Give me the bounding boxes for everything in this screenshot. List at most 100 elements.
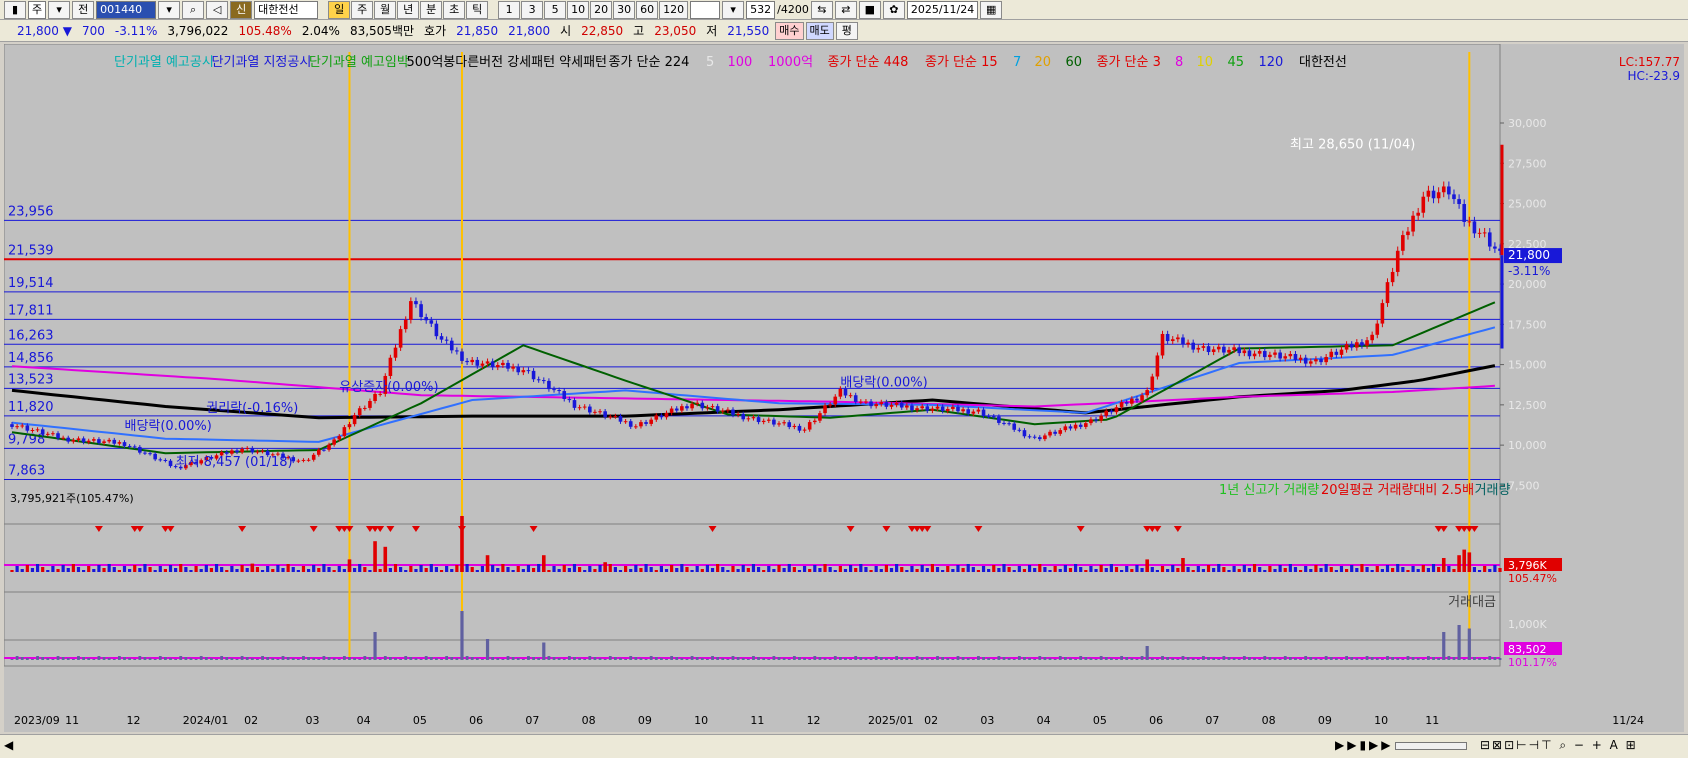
timeframe-button-6[interactable]: 틱: [466, 0, 489, 19]
amount-bar-225: [1161, 656, 1164, 660]
candle-body-144: [746, 418, 751, 420]
interval-button-3[interactable]: 3: [521, 0, 544, 19]
timeframe-button-3[interactable]: 년: [397, 0, 420, 19]
volume-bar-194: [1002, 564, 1006, 572]
volume-bar-262: [1350, 565, 1354, 572]
amount-bar-153: [792, 656, 796, 660]
bottom-scrollbar[interactable]: ◀ ▶▶▮▶▶ ⊟⊠⊡⊢⊣⊤ ⌕ − + A ⊞: [0, 734, 1688, 758]
candle-body-198: [1022, 430, 1027, 437]
amount-bar-171: [884, 658, 888, 660]
interval-button-30[interactable]: 30: [613, 0, 636, 19]
search-icon[interactable]: ⌕: [182, 0, 205, 19]
amount-bar-64: [337, 659, 341, 660]
buy-button[interactable]: 매수: [775, 21, 804, 40]
timeframe-button-0[interactable]: 일: [328, 0, 351, 19]
legend-item-13: 종가 단순 3: [1097, 55, 1161, 70]
candle-body-96: [501, 362, 505, 366]
amount-bar-144: [746, 659, 750, 660]
volume-bar-156: [808, 569, 812, 572]
count-input[interactable]: 532: [746, 0, 776, 19]
volume-bar-240: [1237, 569, 1241, 572]
calendar-icon[interactable]: ▦: [980, 0, 1003, 19]
amount-bar-42: [225, 657, 229, 660]
candle-body-265: [1365, 340, 1369, 346]
volume-spike-4: [460, 516, 464, 572]
volume-bar-0: [10, 570, 14, 572]
interval-button-10[interactable]: 10: [567, 0, 590, 19]
nav-icons[interactable]: ▶▶▮▶▶: [1335, 738, 1394, 752]
interval-button-60[interactable]: 60: [636, 0, 659, 19]
amount-bar-177: [915, 656, 919, 660]
volume-bar-33: [179, 564, 183, 572]
dropdown-arrow-icon[interactable]: ▾: [48, 0, 71, 19]
timeframe-button-1[interactable]: 주: [351, 0, 374, 19]
volume-bar-265: [1365, 567, 1369, 572]
volume-bar-231: [1191, 570, 1195, 572]
mode-button[interactable]: 전: [72, 0, 95, 19]
eval-button[interactable]: 평: [835, 21, 858, 40]
candle-body-221: [1140, 395, 1144, 401]
price-chart[interactable]: 7,50010,00012,50015,00017,50020,00022,50…: [4, 44, 1684, 732]
amount-current-pct: 101.17%: [1508, 656, 1557, 669]
dropdown-arrow-icon[interactable]: ▾: [722, 0, 745, 19]
volume-bar-106: [552, 566, 556, 572]
volume-bar-5: [35, 564, 40, 572]
amount-bar-16: [92, 659, 96, 660]
interval-button-120[interactable]: 120: [659, 0, 689, 19]
volume-bar-219: [1130, 569, 1134, 572]
settings-icon[interactable]: ✿: [882, 0, 905, 19]
scroll-left-icon[interactable]: ◀: [4, 738, 13, 752]
amount-bar-262: [1350, 657, 1354, 660]
app-icon[interactable]: ▮: [4, 0, 26, 19]
amount-bar-182: [941, 657, 945, 660]
date-input[interactable]: 2025/11/24: [906, 0, 979, 19]
candle-body-200: [1032, 436, 1037, 438]
timeframe-button-4[interactable]: 분: [420, 0, 443, 19]
amount-bar-186: [961, 657, 965, 660]
interval-button-20[interactable]: 20: [590, 0, 613, 19]
amount-bar-255: [1314, 658, 1318, 660]
dropdown-arrow-icon[interactable]: ▾: [158, 0, 181, 19]
stock-code-input[interactable]: 001440: [96, 0, 157, 19]
amount-bar-227: [1171, 658, 1175, 660]
sell-button[interactable]: 매도: [805, 21, 834, 40]
scroll-thumb[interactable]: [1395, 742, 1467, 750]
volume-bar-10: [61, 565, 65, 572]
candle-body-273: [1406, 231, 1410, 236]
interval-button-1[interactable]: 1: [498, 0, 521, 19]
candle-body-87: [455, 350, 459, 352]
chart-tool-icon[interactable]: ⇆: [810, 0, 833, 19]
timeframe-button-5[interactable]: 초: [443, 0, 466, 19]
interval-button-5[interactable]: 5: [544, 0, 567, 19]
candle-body-286: [1472, 221, 1477, 234]
interval-input[interactable]: [690, 0, 721, 19]
candle-body-146: [756, 417, 761, 423]
amount-bar-60: [317, 659, 321, 660]
timeframe-button-2[interactable]: 월: [374, 0, 397, 19]
candle-body-173: [894, 402, 899, 405]
candle-body-226: [1165, 333, 1170, 342]
amount-bar-277: [1427, 656, 1430, 660]
trade-amount: 83,505백만: [349, 24, 415, 38]
volume-bar-130: [675, 568, 679, 572]
candle-body-165: [853, 395, 858, 402]
candle-body-282: [1452, 194, 1456, 200]
open-price: 22,850: [581, 23, 624, 38]
candle-body-235: [1211, 349, 1216, 353]
period-select[interactable]: 주: [28, 0, 47, 19]
candle-body-31: [168, 460, 173, 467]
chart-area[interactable]: 7,500 10,000 12,500 15,000 17,500 20,000 22,50…: [4, 44, 1684, 732]
timeframe-group: 일주월년분초틱: [328, 0, 489, 19]
speaker-icon[interactable]: ◁: [206, 0, 229, 19]
chart-tools-icons[interactable]: ⊟⊠⊡⊢⊣⊤ ⌕ − + A ⊞: [1480, 738, 1638, 753]
y-tick-label-1: 10,000: [1508, 439, 1547, 452]
compare-icon[interactable]: ⇄: [834, 0, 857, 19]
amount-bar-238: [1227, 657, 1231, 660]
amount-bar-40: [215, 659, 218, 660]
level-label-7: 11,820: [8, 400, 54, 415]
save-icon[interactable]: ■: [858, 0, 881, 19]
amount-bar-11: [66, 658, 70, 660]
candle-body-181: [935, 406, 940, 409]
candle-body-244: [1257, 351, 1262, 354]
candle-body-191: [986, 416, 991, 418]
